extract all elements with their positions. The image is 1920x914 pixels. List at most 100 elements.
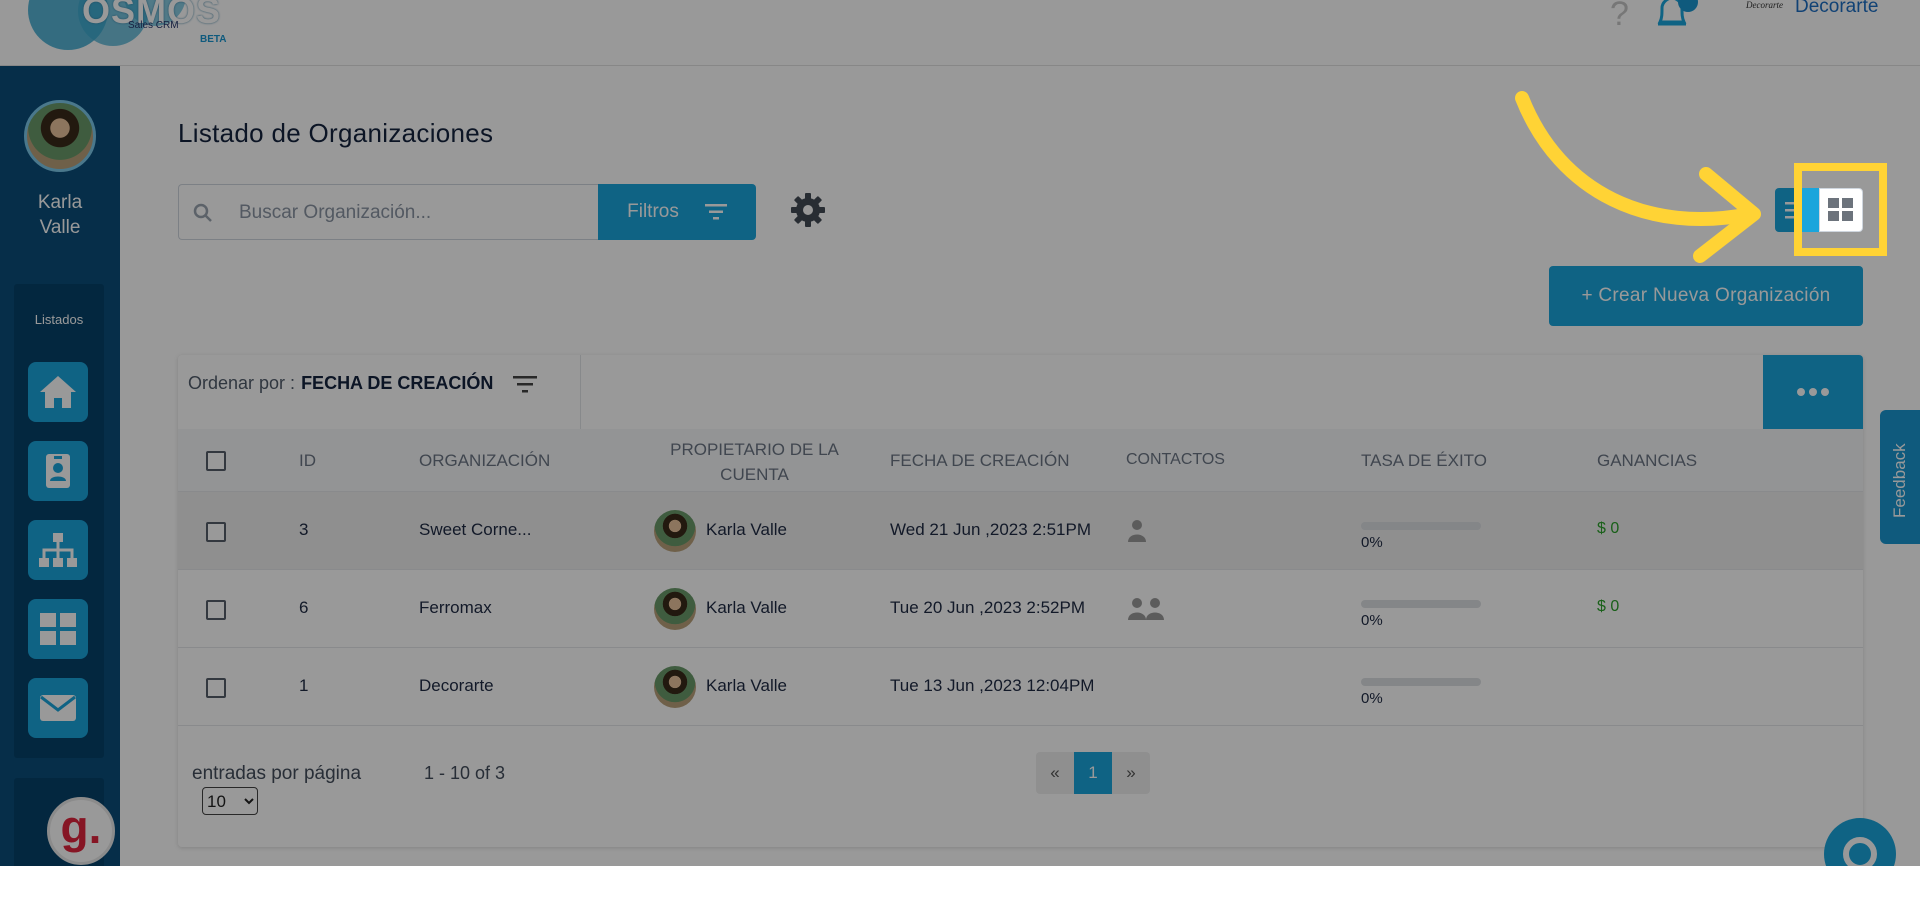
dot-icon <box>1797 388 1805 396</box>
column-organization[interactable]: ORGANIZACIÓN <box>419 451 550 471</box>
organizations-table-card: Ordenar por : FECHA DE CREACIÓN ID ORGAN… <box>178 355 1863 847</box>
filter-icon <box>704 204 727 220</box>
search-icon <box>193 203 212 222</box>
prev-page-button[interactable]: « <box>1036 752 1074 794</box>
beta-badge: BETA <box>200 34 227 45</box>
highlighted-toggle[interactable] <box>1802 171 1879 248</box>
sort-bar: Ordenar por : FECHA DE CREACIÓN <box>178 355 1863 429</box>
pagination: « 1 » <box>1036 752 1150 794</box>
sidebar: Karla Valle Listados Co <box>0 66 120 914</box>
row-id: 6 <box>299 598 309 617</box>
table-row[interactable]: 1 Decorarte Karla Valle Tue 13 Jun ,2023… <box>178 648 1863 726</box>
column-success-rate[interactable]: TASA DE ÉXITO <box>1361 451 1487 471</box>
success-rate-value: 0% <box>1361 612 1383 629</box>
row-checkbox[interactable] <box>206 678 226 698</box>
owner-avatar <box>654 510 696 552</box>
row-id: 3 <box>299 520 309 539</box>
row-owner: Karla Valle <box>706 598 787 617</box>
table-row[interactable]: 6 Ferromax Karla Valle Tue 20 Jun ,2023 … <box>178 570 1863 648</box>
row-created: Tue 20 Jun ,2023 2:52PM <box>890 598 1086 617</box>
home-icon <box>40 376 76 408</box>
column-owner-line1: PROPIETARIO DE LA <box>670 440 839 459</box>
list-view-button-highlighted[interactable] <box>1802 188 1819 232</box>
owner-avatar <box>654 588 696 630</box>
nav-section-label: Listados <box>34 312 84 327</box>
more-options-button[interactable] <box>1763 355 1863 429</box>
per-page-select[interactable]: 10 <box>202 787 258 815</box>
gear-icon[interactable] <box>790 192 826 228</box>
column-owner-line2: CUENTA <box>720 465 789 484</box>
org-chart-icon <box>39 533 77 567</box>
select-all-checkbox[interactable] <box>206 451 226 471</box>
dot-icon <box>1821 388 1829 396</box>
column-owner[interactable]: PROPIETARIO DE LA CUENTA <box>652 437 857 487</box>
row-organization[interactable]: Decorarte <box>419 676 494 696</box>
success-rate-value: 0% <box>1361 534 1383 551</box>
contact-person-icon[interactable] <box>1146 596 1164 620</box>
row-checkbox[interactable] <box>206 600 226 620</box>
success-rate-bar <box>1361 678 1481 686</box>
logo-subtitle: Sales CRM <box>128 20 179 31</box>
row-id: 1 <box>299 676 309 695</box>
column-id[interactable]: ID <box>299 451 316 471</box>
sort-icon <box>513 375 538 392</box>
company-logo-mini: Decorarte <box>1746 0 1783 10</box>
row-created: Tue 13 Jun ,2023 12:04PM <box>890 676 1095 695</box>
top-header: OSMOS Sales CRM BETA ? Decorarte Decorar… <box>0 0 1920 66</box>
row-owner: Karla Valle <box>706 676 787 695</box>
sort-selector[interactable]: Ordenar por : FECHA DE CREACIÓN <box>188 373 539 394</box>
table-header: ID ORGANIZACIÓN PROPIETARIO DE LA CUENTA… <box>178 429 1863 492</box>
tutorial-arrow-icon <box>1515 91 1761 263</box>
feedback-tab[interactable]: Feedback <box>1880 410 1920 544</box>
nav-grid-button[interactable] <box>28 599 88 659</box>
nav-organizations-button[interactable] <box>28 520 88 580</box>
create-organization-button[interactable]: + Crear Nueva Organización <box>1549 266 1863 326</box>
column-earnings[interactable]: GANANCIAS <box>1597 451 1697 471</box>
success-rate-bar <box>1361 600 1481 608</box>
user-first-name: Karla <box>37 192 83 213</box>
page-button-current[interactable]: 1 <box>1074 752 1112 794</box>
company-name[interactable]: Decorarte <box>1795 0 1878 18</box>
feedback-label: Feedback <box>1890 443 1909 518</box>
owner-avatar <box>654 666 696 708</box>
success-rate-bar <box>1361 522 1481 530</box>
grid-icon <box>40 613 76 645</box>
next-page-button[interactable]: » <box>1112 752 1150 794</box>
earnings-value: $ 0 <box>1597 598 1620 615</box>
nav-home-button[interactable] <box>28 362 88 422</box>
column-created[interactable]: FECHA DE CREACIÓN <box>890 451 1069 471</box>
row-organization[interactable]: Ferromax <box>419 598 492 618</box>
pagination-range: 1 - 10 of 3 <box>424 763 506 783</box>
per-page-label: entradas por página <box>192 763 362 784</box>
nav-panel-listados: Listados <box>14 284 104 758</box>
contact-card-icon <box>46 454 70 488</box>
filters-label: Filtros <box>627 201 679 222</box>
grid-view-icon <box>1828 198 1853 221</box>
user-avatar[interactable] <box>24 100 96 172</box>
dot-icon <box>1809 388 1817 396</box>
row-organization[interactable]: Sweet Corne... <box>419 520 531 540</box>
osmos-logo[interactable]: OSMOS Sales CRM BETA <box>28 0 226 56</box>
user-name: Karla Valle <box>0 190 120 240</box>
nav-contacts-button[interactable] <box>28 441 88 501</box>
row-created: Wed 21 Jun ,2023 2:51PM <box>890 520 1091 539</box>
nav-mail-button[interactable] <box>28 678 88 738</box>
contact-person-icon[interactable] <box>1128 518 1146 542</box>
filters-button[interactable]: Filtros <box>598 184 756 240</box>
grid-view-button-highlighted[interactable] <box>1819 188 1863 232</box>
column-contacts[interactable]: CONTACTOS <box>1126 451 1225 469</box>
search-input[interactable] <box>239 199 579 227</box>
contact-person-icon[interactable] <box>1128 596 1146 620</box>
g-widget-button[interactable]: g. <box>47 797 115 865</box>
row-owner: Karla Valle <box>706 520 787 539</box>
user-last-name: Valle <box>39 217 81 238</box>
mail-icon <box>40 695 76 721</box>
sort-divider <box>580 355 581 429</box>
sort-field: FECHA DE CREACIÓN <box>301 373 494 393</box>
earnings-value: $ 0 <box>1597 520 1620 537</box>
row-checkbox[interactable] <box>206 522 226 542</box>
page-title: Listado de Organizaciones <box>178 118 494 148</box>
sort-prefix: Ordenar por : <box>188 373 296 393</box>
table-row[interactable]: 3 Sweet Corne... Karla Valle Wed 21 Jun … <box>178 492 1863 570</box>
question-icon[interactable]: ? <box>1610 0 1629 31</box>
